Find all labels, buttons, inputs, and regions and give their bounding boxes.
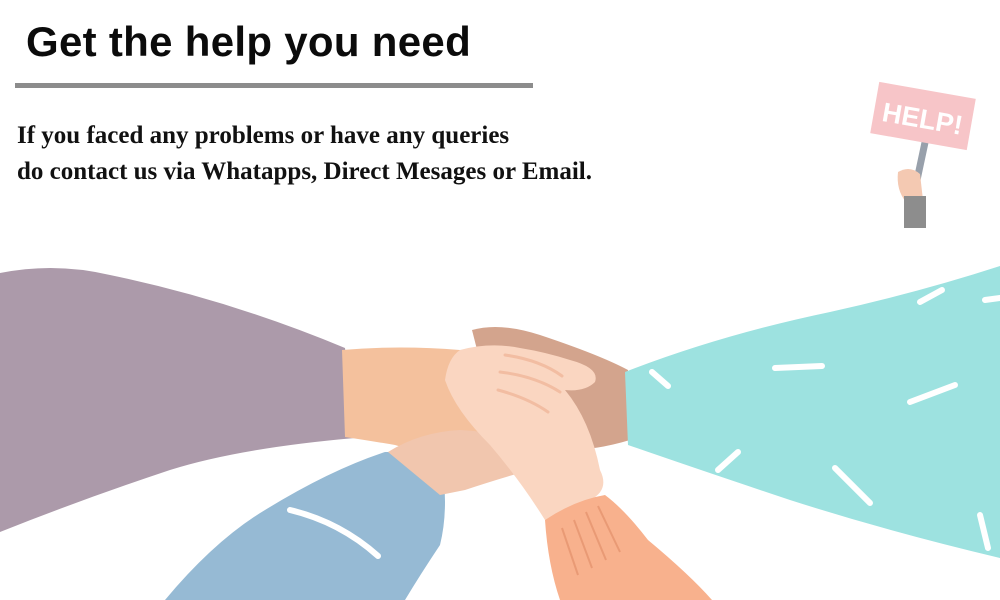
help-sign-icon: HELP! [870, 81, 976, 228]
title-underline [15, 83, 533, 88]
help-description-line-2: do contact us via Whatapps, Direct Mesag… [17, 158, 592, 185]
stacked-hands-illustration [0, 266, 1000, 600]
help-description: If you faced any problems or have any qu… [17, 118, 592, 190]
blue-sleeve [165, 452, 445, 600]
teal-sleeve [625, 266, 1000, 558]
page-title: Get the help you need [26, 18, 472, 65]
peach-sleeve [545, 495, 712, 600]
help-description-line-1: If you faced any problems or have any qu… [17, 122, 510, 149]
